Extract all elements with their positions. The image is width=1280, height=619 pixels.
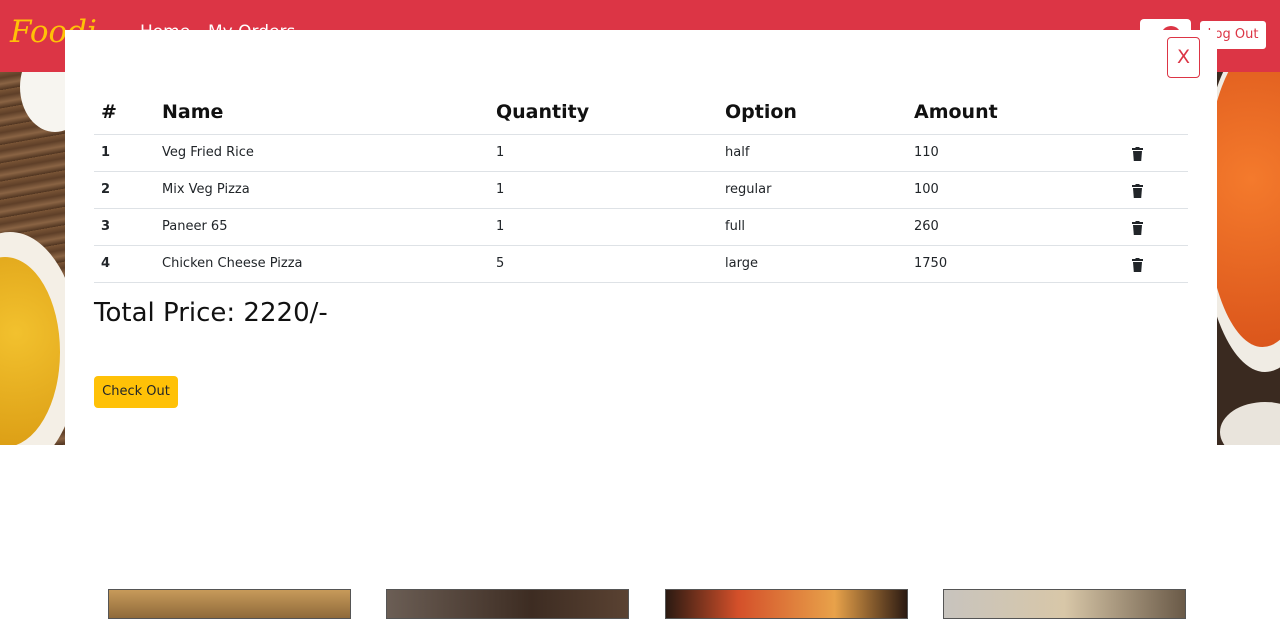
row-divider (94, 171, 1188, 172)
row-number: 2 (101, 182, 111, 197)
item-quantity: 5 (496, 256, 505, 271)
item-name: Veg Fried Rice (162, 145, 254, 160)
item-name: Mix Veg Pizza (162, 182, 250, 197)
food-card-image-noodles[interactable] (386, 589, 629, 619)
column-header-quantity: Quantity (496, 101, 590, 123)
item-name: Paneer 65 (162, 219, 228, 234)
food-card-image-fried-rice[interactable] (943, 589, 1186, 619)
row-number: 1 (101, 145, 111, 160)
close-modal-button[interactable]: X (1167, 37, 1200, 78)
item-amount: 100 (914, 182, 939, 197)
item-option: full (725, 219, 746, 234)
trash-icon[interactable] (1132, 147, 1143, 161)
column-header-amount: Amount (914, 101, 998, 123)
column-header-option: Option (725, 101, 797, 123)
item-quantity: 1 (496, 219, 505, 234)
row-divider (94, 282, 1188, 283)
trash-icon[interactable] (1132, 221, 1143, 235)
food-card-image-biryani[interactable] (108, 589, 351, 619)
item-quantity: 1 (496, 145, 505, 160)
item-amount: 110 (914, 145, 939, 160)
item-option: half (725, 145, 750, 160)
table-header-divider (94, 134, 1188, 135)
trash-icon[interactable] (1132, 184, 1143, 198)
row-number: 4 (101, 256, 111, 271)
row-divider (94, 245, 1188, 246)
column-header-number: # (101, 101, 117, 123)
item-option: large (725, 256, 758, 271)
item-amount: 1750 (914, 256, 948, 271)
item-option: regular (725, 182, 772, 197)
total-price: Total Price: 2220/- (94, 298, 328, 328)
trash-icon[interactable] (1132, 258, 1143, 272)
row-divider (94, 208, 1188, 209)
column-header-name: Name (162, 101, 224, 123)
item-name: Chicken Cheese Pizza (162, 256, 303, 271)
food-card-image-pizza[interactable] (665, 589, 908, 619)
item-quantity: 1 (496, 182, 505, 197)
row-number: 3 (101, 219, 111, 234)
cart-modal: X # Name Quantity Option Amount 1 Veg Fr… (65, 30, 1217, 445)
checkout-button[interactable]: Check Out (94, 376, 178, 408)
item-amount: 260 (914, 219, 939, 234)
